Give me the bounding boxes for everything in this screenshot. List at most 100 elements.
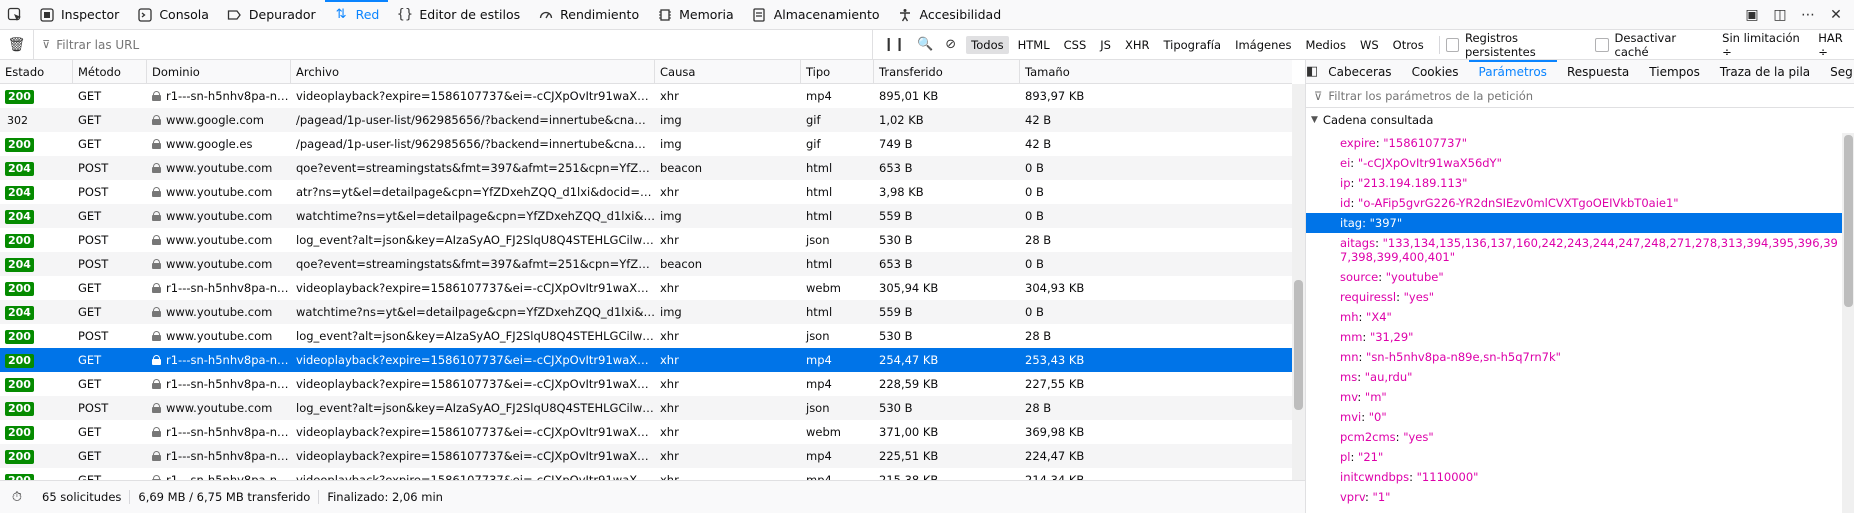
- table-row[interactable]: 204 POST www.youtube.com atr?ns=yt&el=detai…: [0, 180, 1292, 204]
- checkbox-box[interactable]: [1445, 37, 1459, 52]
- column-cause[interactable]: Causa: [655, 60, 801, 84]
- type-filter-css[interactable]: CSS: [1059, 36, 1092, 54]
- tab-console[interactable]: Consola: [128, 0, 218, 30]
- disable-cache-checkbox[interactable]: Desactivar caché: [1595, 31, 1708, 59]
- params-filter[interactable]: ⊽: [1306, 84, 1854, 108]
- search-icon[interactable]: 🔍: [917, 37, 933, 52]
- table-row[interactable]: 200 GET r1---sn-h5nhv8pa-n89e.goo... videop…: [0, 84, 1292, 108]
- tab-inspector[interactable]: Inspector: [30, 0, 128, 30]
- param-row[interactable]: id: "o-AFip5gvrG226-YR2dnSIEzv0mlCVXTgoO…: [1306, 193, 1842, 213]
- param-row[interactable]: vprv: "1": [1306, 487, 1842, 507]
- tab-accessibility[interactable]: Accesibilidad: [889, 0, 1011, 30]
- param-row[interactable]: mm: "31,29": [1306, 327, 1842, 347]
- query-string-section[interactable]: ▼ Cadena consultada: [1306, 108, 1854, 132]
- performance-clock-icon[interactable]: ⏱: [0, 490, 34, 505]
- param-row[interactable]: expire: "1586107737": [1306, 133, 1842, 153]
- table-row[interactable]: 200 POST www.youtube.com log_event?alt=json…: [0, 228, 1292, 252]
- column-type[interactable]: Tipo: [801, 60, 874, 84]
- tab-headers[interactable]: Cabeceras: [1318, 60, 1401, 84]
- request-list-scrollbar[interactable]: [1292, 84, 1305, 480]
- column-transferred[interactable]: Transferido: [874, 60, 1020, 84]
- trash-icon[interactable]: 🗑: [0, 29, 35, 60]
- type-filter-media[interactable]: Medios: [1300, 36, 1351, 54]
- param-row[interactable]: ms: "au,rdu": [1306, 367, 1842, 387]
- param-row[interactable]: pl: "21": [1306, 447, 1842, 467]
- param-row[interactable]: aitags: "133,134,135,136,137,160,242,243…: [1306, 233, 1842, 267]
- details-scrollbar[interactable]: [1842, 133, 1854, 513]
- type-filter-other[interactable]: Otros: [1388, 36, 1429, 54]
- param-row[interactable]: mn: "sn-h5nhv8pa-n89e,sn-h5q7rn7k": [1306, 347, 1842, 367]
- param-row[interactable]: ip: "213.194.189.113": [1306, 173, 1842, 193]
- tab-memory[interactable]: Memoria: [648, 0, 743, 30]
- table-row[interactable]: 204 POST www.youtube.com qoe?event=streamin…: [0, 156, 1292, 180]
- table-row[interactable]: 200 GET r1---sn-h5nhv8pa-n89e.goo... videop…: [0, 372, 1292, 396]
- table-row[interactable]: 200 POST www.youtube.com log_event?alt=json…: [0, 396, 1292, 420]
- table-row[interactable]: 204 GET www.youtube.com watchtime?ns=yt&el=…: [0, 204, 1292, 228]
- scrollbar-thumb[interactable]: [1844, 135, 1853, 307]
- url-filter-input[interactable]: [56, 37, 457, 52]
- column-method[interactable]: Método: [73, 60, 147, 84]
- split-console-icon[interactable]: ▣: [1740, 7, 1764, 23]
- type-filter-js[interactable]: JS: [1095, 36, 1116, 54]
- tab-network[interactable]: ⇅ Red: [324, 0, 389, 30]
- param-row[interactable]: itag: "397": [1306, 213, 1842, 233]
- type-filter-html[interactable]: HTML: [1013, 36, 1055, 54]
- tab-params[interactable]: Parámetros: [1468, 59, 1558, 84]
- scrollbar-thumb[interactable]: [1294, 280, 1303, 410]
- tab-security[interactable]: Seg: [1820, 60, 1854, 84]
- param-row[interactable]: mvi: "0": [1306, 407, 1842, 427]
- param-row[interactable]: mv: "m": [1306, 387, 1842, 407]
- param-row[interactable]: mh: "X4": [1306, 307, 1842, 327]
- param-row[interactable]: requiressl: "yes": [1306, 287, 1842, 307]
- more-options-icon[interactable]: ⋯: [1796, 7, 1820, 23]
- table-row[interactable]: 200 POST www.youtube.com log_event?alt=json…: [0, 324, 1292, 348]
- param-row[interactable]: pcm2cms: "yes": [1306, 427, 1842, 447]
- table-row[interactable]: 204 GET www.youtube.com watchtime?ns=yt&el=…: [0, 300, 1292, 324]
- param-row[interactable]: initcwndbps: "1110000": [1306, 467, 1842, 487]
- table-row[interactable]: 302 GET www.google.com/pagead/1p-user-list…: [0, 108, 1292, 132]
- tab-timings[interactable]: Tiempos: [1639, 60, 1710, 84]
- table-row[interactable]: 200 GET r1---sn-h5nhv8pa-n89e.goo... videop…: [0, 348, 1292, 372]
- status-badge: 200: [5, 282, 34, 296]
- table-row[interactable]: 200 GET r1---sn-h5nhv8pa-n89e.goo... videop…: [0, 420, 1292, 444]
- tab-performance[interactable]: Rendimiento: [529, 0, 648, 30]
- param-row[interactable]: ei: "-cCJXpOvItr91waX56dY": [1306, 153, 1842, 173]
- lock-icon: [152, 427, 161, 437]
- dock-icon[interactable]: ◫: [1768, 7, 1792, 23]
- type-filter-all[interactable]: Todos: [966, 35, 1009, 54]
- params-filter-input[interactable]: [1328, 88, 1709, 103]
- table-row[interactable]: 200 GET www.google.es/pagead/1p-user-list/…: [0, 132, 1292, 156]
- url-filter[interactable]: ⊽: [34, 29, 874, 60]
- pause-icon[interactable]: ❙❙: [883, 37, 905, 52]
- persist-logs-checkbox[interactable]: Registros persistentes: [1445, 31, 1586, 59]
- type-filter-xhr[interactable]: XHR: [1120, 36, 1155, 54]
- param-separator: :: [1350, 450, 1359, 464]
- type-filter-images[interactable]: Imágenes: [1230, 36, 1296, 54]
- cell-method: POST: [78, 161, 109, 175]
- column-size[interactable]: Tamaño: [1020, 60, 1292, 84]
- tab-cookies[interactable]: Cookies: [1402, 60, 1469, 84]
- close-icon[interactable]: ✕: [1824, 7, 1848, 23]
- throttling-select[interactable]: Sin limitación ÷: [1722, 31, 1808, 59]
- type-filter-ws[interactable]: WS: [1355, 36, 1384, 54]
- har-menu[interactable]: HAR ÷: [1818, 31, 1854, 59]
- tab-response[interactable]: Respuesta: [1557, 60, 1639, 84]
- column-file[interactable]: Archivo: [291, 60, 655, 84]
- param-row[interactable]: source: "youtube": [1306, 267, 1842, 287]
- tab-style-editor[interactable]: {} Editor de estilos: [388, 0, 529, 30]
- toggle-panel-icon[interactable]: ◧: [1306, 64, 1318, 79]
- table-row[interactable]: 200 GET r1---sn-h5nhv8pa-n89e.goo... videop…: [0, 444, 1292, 468]
- tab-stack-trace[interactable]: Traza de la pila: [1710, 60, 1820, 84]
- tab-debugger[interactable]: Depurador: [218, 0, 325, 30]
- tab-storage[interactable]: Almacenamiento: [743, 0, 889, 30]
- block-icon[interactable]: ⊘: [945, 37, 956, 52]
- type-filter-fonts[interactable]: Tipografía: [1158, 36, 1226, 54]
- table-row[interactable]: 200 GET r1---sn-h5nhv8pa-n89e.goo... videop…: [0, 276, 1292, 300]
- expand-triangle-icon[interactable]: ▼: [1311, 115, 1318, 125]
- table-row[interactable]: 204 POST www.youtube.com qoe?event=streamin…: [0, 252, 1292, 276]
- cell-method: GET: [78, 353, 102, 367]
- column-status[interactable]: Estado: [0, 60, 73, 84]
- checkbox-box[interactable]: [1595, 37, 1609, 52]
- column-domain[interactable]: Dominio: [147, 60, 291, 84]
- element-picker-icon[interactable]: [0, 0, 30, 30]
